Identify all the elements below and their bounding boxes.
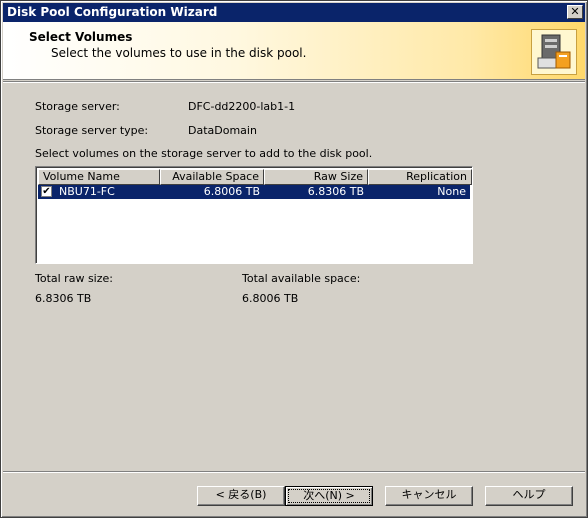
storage-server-value: DFC-dd2200-lab1-1: [188, 100, 296, 113]
back-button[interactable]: < 戻る(B): [197, 486, 285, 506]
next-button-label: 次へ(N) >: [288, 489, 370, 503]
volume-name-cell: NBU71-FC: [59, 185, 115, 198]
table-row[interactable]: ✔ NBU71-FC 6.8006 TB 6.8306 TB None: [38, 185, 470, 199]
total-available-label: Total available space:: [242, 272, 361, 285]
total-available-value: 6.8006 TB: [242, 292, 299, 305]
list-header: Volume Name Available Space Raw Size Rep…: [38, 169, 472, 185]
wizard-header: Select Volumes Select the volumes to use…: [3, 22, 585, 80]
instruction-text: Select volumes on the storage server to …: [35, 147, 373, 160]
volume-checkbox[interactable]: ✔: [41, 186, 52, 197]
help-button[interactable]: ヘルプ: [485, 486, 573, 506]
page-subtitle: Select the volumes to use in the disk po…: [51, 46, 307, 60]
cancel-button[interactable]: キャンセル: [385, 486, 473, 506]
available-space-cell: 6.8006 TB: [203, 185, 260, 198]
storage-server-type-label: Storage server type:: [35, 124, 149, 137]
volumes-list[interactable]: Volume Name Available Space Raw Size Rep…: [35, 166, 473, 264]
storage-server-type-value: DataDomain: [188, 124, 257, 137]
page-title: Select Volumes: [29, 30, 133, 44]
title-bar: Disk Pool Configuration Wizard ✕: [3, 3, 585, 22]
column-volume-name[interactable]: Volume Name: [38, 169, 160, 185]
column-available-space[interactable]: Available Space: [160, 169, 264, 185]
disk-pool-icon: [531, 29, 577, 75]
footer-divider: [3, 471, 585, 473]
replication-cell: None: [437, 185, 466, 198]
column-raw-size[interactable]: Raw Size: [264, 169, 368, 185]
header-divider: [3, 81, 585, 83]
storage-server-label: Storage server:: [35, 100, 120, 113]
wizard-window: Disk Pool Configuration Wizard ✕ Select …: [0, 0, 588, 518]
close-icon[interactable]: ✕: [567, 5, 583, 19]
total-raw-value: 6.8306 TB: [35, 292, 92, 305]
total-raw-label: Total raw size:: [35, 272, 113, 285]
raw-size-cell: 6.8306 TB: [307, 185, 364, 198]
column-replication[interactable]: Replication: [368, 169, 472, 185]
next-button[interactable]: 次へ(N) >: [285, 486, 373, 506]
window-title: Disk Pool Configuration Wizard: [7, 5, 218, 19]
